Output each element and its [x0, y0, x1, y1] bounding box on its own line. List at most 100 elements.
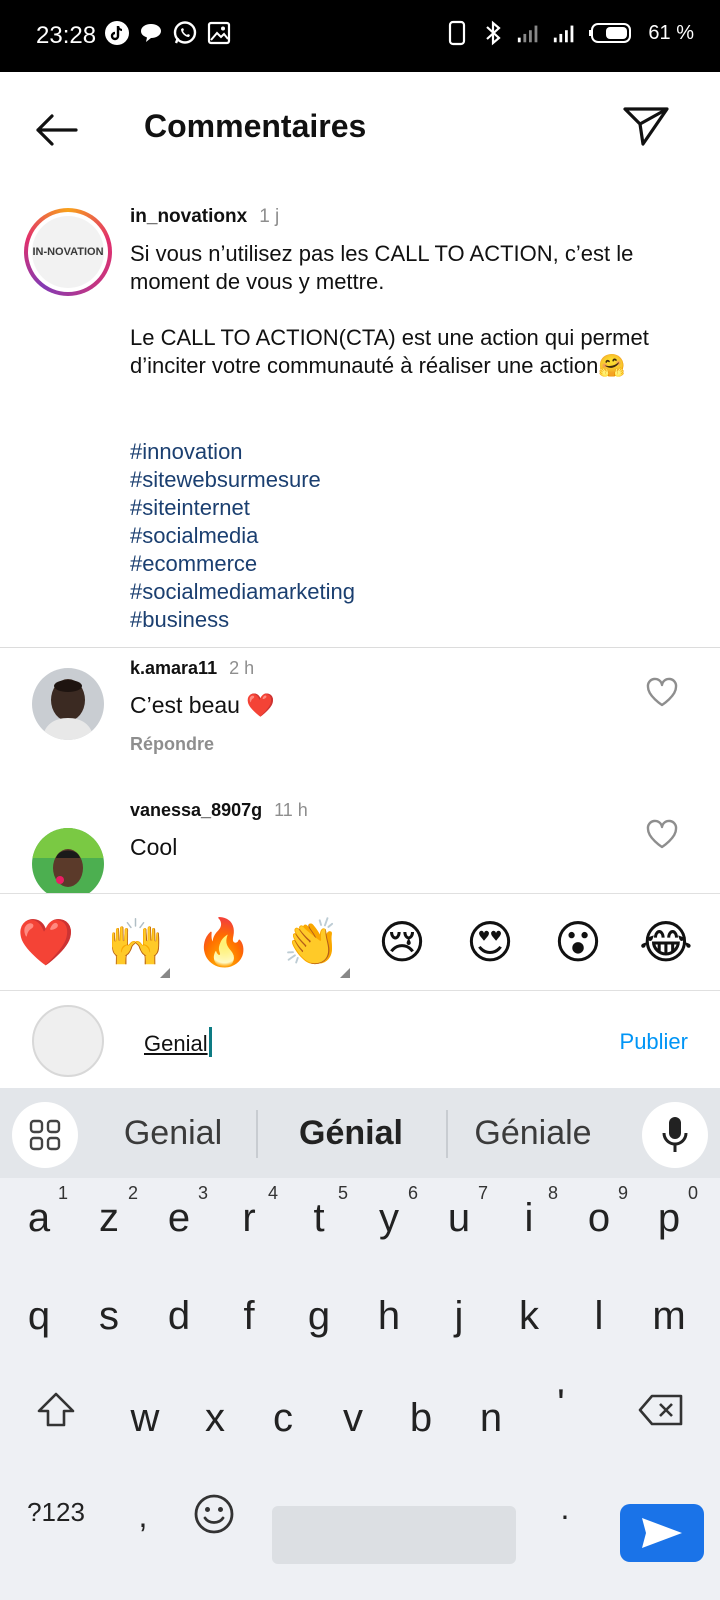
- battery-percent: 61 %: [648, 21, 694, 44]
- comment-username[interactable]: vanessa_8907g: [130, 800, 262, 820]
- hashtag-link[interactable]: #ecommerce: [130, 550, 355, 578]
- key-label: p: [657, 1196, 681, 1240]
- key-apostrophe[interactable]: ': [530, 1364, 592, 1444]
- brand-logo: IN-NOVATION: [32, 216, 104, 288]
- key-comma[interactable]: ,: [112, 1476, 174, 1556]
- back-button[interactable]: [28, 102, 84, 158]
- heart-outline-icon: [646, 677, 678, 707]
- key-j[interactable]: j: [428, 1276, 490, 1356]
- key-number-hint: 4: [267, 1183, 278, 1203]
- hashtag-link[interactable]: #sitewebsurmesure: [130, 466, 355, 494]
- emoji-quick-bar: ❤️ 🙌 🔥 👏 😢 😍 😮 😂: [0, 893, 720, 991]
- key-n[interactable]: n: [460, 1378, 522, 1458]
- status-system-icons: 61 %: [444, 20, 694, 46]
- whatsapp-icon: [172, 20, 198, 46]
- comment-username[interactable]: k.amara11: [130, 658, 217, 678]
- key-g[interactable]: g: [288, 1276, 350, 1356]
- key-x[interactable]: x: [184, 1378, 246, 1458]
- like-button[interactable]: [644, 816, 680, 852]
- key-v[interactable]: v: [322, 1378, 384, 1458]
- comment-item: vanessa_8907g 11 h Cool: [0, 800, 720, 893]
- page-title: Commentaires: [144, 108, 367, 144]
- vibrate-icon: [444, 20, 470, 46]
- comment-header: k.amara11 2 h: [130, 658, 254, 679]
- emoji-raising-hands[interactable]: 🙌: [106, 912, 166, 972]
- publish-button[interactable]: Publier: [620, 1029, 688, 1055]
- emoji-heart-eyes[interactable]: 😍: [460, 912, 520, 972]
- shift-key[interactable]: [20, 1378, 92, 1442]
- paper-plane-icon: [623, 107, 669, 146]
- avatar[interactable]: [32, 668, 104, 740]
- backspace-key[interactable]: [616, 1378, 706, 1442]
- suggestion-left[interactable]: Genial: [88, 1114, 258, 1153]
- key-number-hint: 3: [197, 1183, 208, 1203]
- status-bar: 23:28 61 %: [0, 0, 720, 72]
- key-s[interactable]: s: [78, 1276, 140, 1356]
- battery-icon: [588, 20, 634, 46]
- comment-input-value: Genial: [144, 1031, 208, 1056]
- key-e[interactable]: e3: [148, 1178, 210, 1258]
- bluetooth-icon: [480, 20, 506, 46]
- key-u[interactable]: u7: [428, 1178, 490, 1258]
- hashtag-link[interactable]: #innovation: [130, 438, 355, 466]
- key-p[interactable]: p0: [638, 1178, 700, 1258]
- chat-bubble-icon: [138, 20, 164, 46]
- key-y[interactable]: y6: [358, 1178, 420, 1258]
- key-a[interactable]: a1: [8, 1178, 70, 1258]
- symbols-key[interactable]: ?123: [14, 1472, 98, 1552]
- key-c[interactable]: c: [252, 1378, 314, 1458]
- key-r[interactable]: r4: [218, 1178, 280, 1258]
- key-label: r: [242, 1196, 256, 1240]
- hashtag-link[interactable]: #siteinternet: [130, 494, 355, 522]
- key-label: e: [167, 1196, 191, 1240]
- hashtag-link[interactable]: #socialmedia: [130, 522, 355, 550]
- key-h[interactable]: h: [358, 1276, 420, 1356]
- space-key[interactable]: [272, 1506, 516, 1564]
- key-number-hint: 9: [617, 1183, 628, 1203]
- reply-button[interactable]: Répondre: [130, 734, 214, 755]
- emoji-surprised[interactable]: 😮: [548, 912, 608, 972]
- key-l[interactable]: l: [568, 1276, 630, 1356]
- key-i[interactable]: i8: [498, 1178, 560, 1258]
- emoji-fire[interactable]: 🔥: [194, 912, 254, 972]
- key-w[interactable]: w: [114, 1378, 176, 1458]
- caption-username[interactable]: in_novationx: [130, 206, 247, 227]
- key-number-hint: 8: [547, 1183, 558, 1203]
- comment-input[interactable]: Genial: [144, 1027, 212, 1057]
- heart-outline-icon: [646, 819, 678, 849]
- keyboard-menu-button[interactable]: [12, 1102, 78, 1168]
- comment-item: k.amara11 2 h C’est beau ❤️ Répondre: [0, 656, 720, 798]
- key-z[interactable]: z2: [78, 1178, 140, 1258]
- emoji-crying[interactable]: 😢: [372, 912, 432, 972]
- send-key[interactable]: [620, 1504, 704, 1562]
- key-label: y: [379, 1196, 399, 1240]
- key-label: u: [447, 1196, 471, 1240]
- emoji-heart[interactable]: ❤️: [16, 912, 76, 972]
- key-d[interactable]: d: [148, 1276, 210, 1356]
- header: Commentaires: [0, 72, 720, 184]
- suggestion-right[interactable]: Géniale: [448, 1114, 618, 1153]
- key-period[interactable]: .: [534, 1468, 596, 1548]
- emoji-laughing[interactable]: 😂: [636, 912, 696, 972]
- key-m[interactable]: m: [638, 1276, 700, 1356]
- key-f[interactable]: f: [218, 1276, 280, 1356]
- hashtag-link[interactable]: #business: [130, 606, 355, 634]
- key-b[interactable]: b: [390, 1378, 452, 1458]
- voice-input-button[interactable]: [642, 1102, 708, 1168]
- emoji-key[interactable]: [184, 1484, 244, 1544]
- caption-avatar[interactable]: IN-NOVATION: [24, 208, 112, 296]
- key-t[interactable]: t5: [288, 1178, 350, 1258]
- comment-text: Cool: [130, 834, 178, 860]
- caption-header: in_novationx 1 j: [130, 206, 279, 228]
- key-o[interactable]: o9: [568, 1178, 630, 1258]
- hashtag-link[interactable]: #socialmediamarketing: [130, 578, 355, 606]
- avatar[interactable]: [32, 828, 104, 893]
- key-label: i: [524, 1196, 534, 1240]
- key-k[interactable]: k: [498, 1276, 560, 1356]
- emoji-clapping[interactable]: 👏: [282, 912, 342, 972]
- suggestion-center[interactable]: Génial: [266, 1114, 436, 1153]
- like-button[interactable]: [644, 674, 680, 710]
- key-number-hint: 6: [407, 1183, 418, 1203]
- key-q[interactable]: q: [8, 1276, 70, 1356]
- share-button[interactable]: [618, 98, 674, 154]
